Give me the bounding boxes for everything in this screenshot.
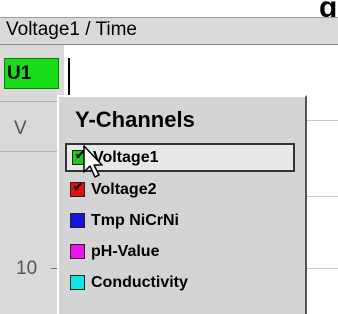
channel-label: Voltage2 <box>91 180 157 198</box>
channel-item-conductivity[interactable]: Conductivity <box>65 268 295 297</box>
checkmark-icon: ✔ <box>73 180 84 194</box>
y-channels-popup-menu: Y-Channels ✔ Voltage1 ✔ Voltage2 Tmp NiC… <box>57 95 307 314</box>
y-axis-unit: V <box>14 118 27 139</box>
chart-header: Voltage1 / Time <box>0 17 338 45</box>
channel-item-ph-value[interactable]: pH-Value <box>65 237 295 266</box>
y-axis-tick-label: 10 <box>16 258 38 279</box>
channel-label: Tmp NiCrNi <box>91 211 179 229</box>
channel-color-swatch[interactable] <box>70 244 85 259</box>
axis-divider <box>0 101 64 102</box>
gridline <box>307 120 338 121</box>
axis-divider <box>0 151 64 152</box>
popup-title: Y-Channels <box>75 107 195 132</box>
channel-item-tmp-nicrni[interactable]: Tmp NiCrNi <box>65 206 295 235</box>
channel-label: pH-Value <box>91 242 160 260</box>
channel-color-swatch[interactable]: ✔ <box>70 180 85 197</box>
channel-label: Conductivity <box>91 273 188 291</box>
channel-color-swatch[interactable] <box>70 213 85 228</box>
channel-color-swatch[interactable] <box>70 275 85 290</box>
chart-title: Voltage1 / Time <box>6 19 137 40</box>
gridline <box>307 268 338 269</box>
channel-u1-button[interactable]: U1 <box>4 58 59 89</box>
mouse-pointer-icon <box>83 145 103 178</box>
gridline <box>307 196 338 197</box>
